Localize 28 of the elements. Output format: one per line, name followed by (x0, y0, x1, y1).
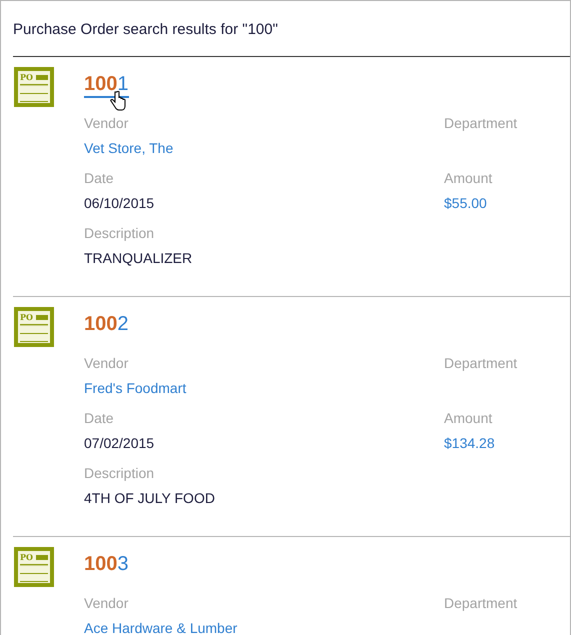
field-label: Amount (444, 409, 494, 428)
field-label: Vendor (84, 594, 130, 613)
field-label: Date (84, 169, 115, 188)
field-value: 06/10/2015 (84, 194, 156, 213)
field-label: Vendor (84, 114, 130, 133)
field-value[interactable]: Fred's Foodmart (84, 378, 444, 398)
field-label: Vendor (84, 354, 130, 373)
field-label: Department (444, 114, 518, 133)
purchase-order-icon: PO (14, 67, 54, 107)
field-value[interactable]: $134.28 (444, 433, 570, 453)
field-label: Description (84, 464, 156, 483)
field-label: Department (444, 594, 518, 613)
field-label: Description (84, 224, 156, 243)
field-value: TRANQUALIZER (84, 249, 194, 268)
results-heading: Purchase Order search results for "100" (13, 20, 278, 40)
hand-cursor-icon (110, 91, 126, 111)
field-label: Department (444, 354, 518, 373)
field-value: 07/02/2015 (84, 434, 156, 453)
purchase-order-icon: PO (14, 307, 54, 347)
order-number-link[interactable]: 1003 (84, 552, 128, 578)
field-value[interactable]: Vet Store, The (84, 138, 444, 158)
purchase-order-icon: PO (14, 547, 54, 587)
field-label: Date (84, 409, 115, 428)
field-value[interactable]: Ace Hardware & Lumber (84, 618, 444, 635)
order-number-link[interactable]: 1002 (84, 312, 128, 338)
field-label: Amount (444, 169, 494, 188)
field-value[interactable]: $55.00 (444, 193, 570, 213)
field-value: 4TH OF JULY FOOD (84, 489, 216, 508)
